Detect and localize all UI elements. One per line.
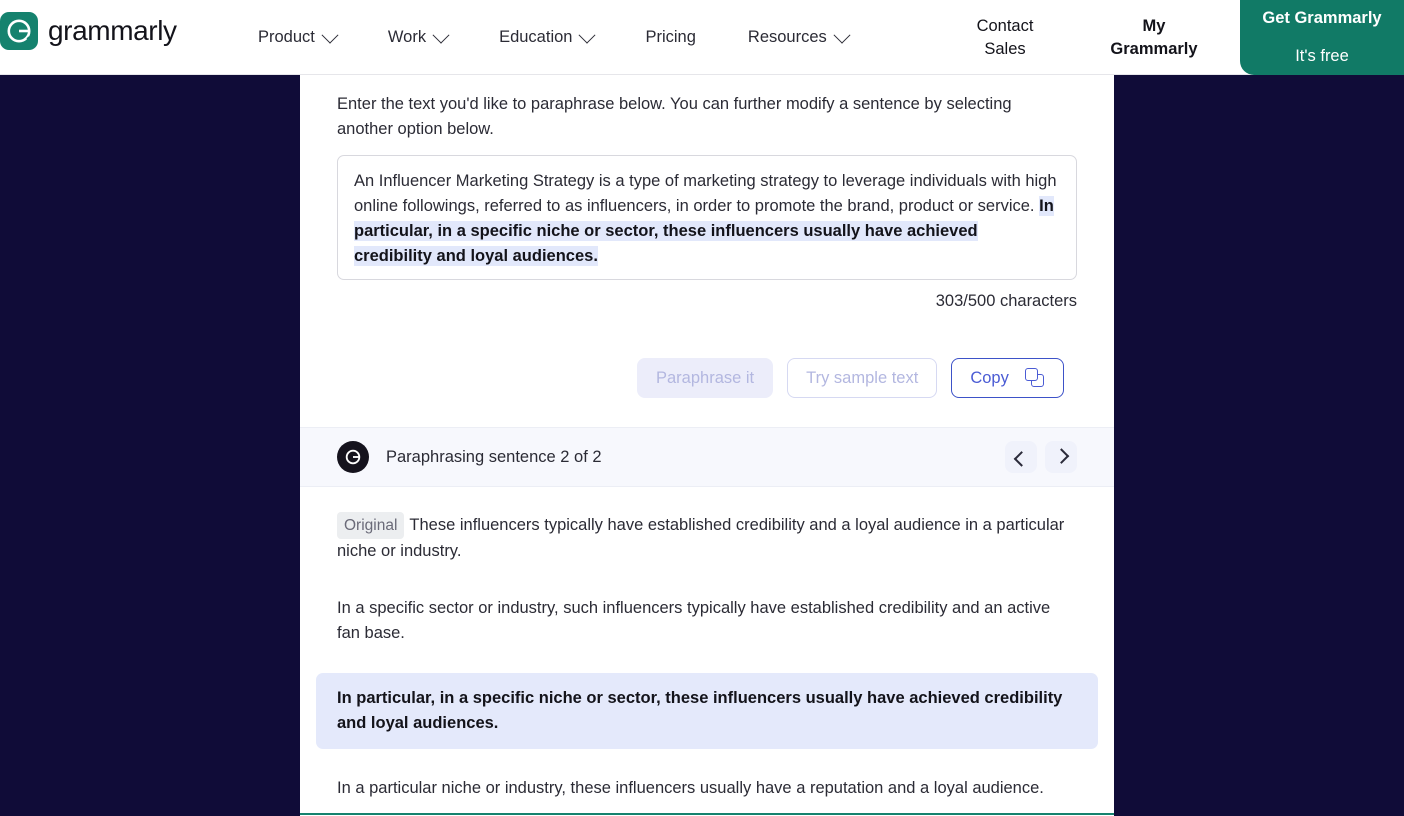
paraphrase-option-text: In particular, in a specific niche or se… xyxy=(337,689,1063,732)
paraphrase-option[interactable]: In a particular niche or industry, these… xyxy=(337,771,1077,806)
nav-item-label: Product xyxy=(258,28,315,46)
paraphrase-option[interactable]: In a specific sector or industry, such i… xyxy=(337,591,1077,651)
paraphrase-section-header: Paraphrasing sentence 2 of 2 xyxy=(300,427,1114,487)
chevron-down-icon xyxy=(321,26,339,44)
character-counter: 303/500 characters xyxy=(935,292,1077,310)
nav-item-label: Work xyxy=(387,28,427,46)
section-divider xyxy=(300,813,1114,815)
grammarly-logo[interactable]: grammarly xyxy=(0,12,177,50)
paraphrase-option-selected[interactable]: In particular, in a specific niche or se… xyxy=(316,673,1098,749)
instructions-text: Enter the text you'd like to paraphrase … xyxy=(337,95,1012,138)
paraphrase-section-title: Paraphrasing sentence 2 of 2 xyxy=(386,447,602,466)
chevron-down-icon xyxy=(833,26,851,44)
nav-item-resources[interactable]: Resources xyxy=(747,26,872,47)
nav-item-product[interactable]: Product xyxy=(258,26,360,47)
paraphrase-option-text: These influencers typically have establi… xyxy=(337,516,1065,560)
site-header: grammarly Product Work Education Pricing… xyxy=(0,0,1404,75)
logo-wordmark: grammarly xyxy=(48,15,177,46)
sentence-pagination xyxy=(1005,441,1077,473)
paraphrase-options-list: Original These influencers typically have… xyxy=(316,507,1098,816)
nav-item-label: Education xyxy=(499,28,573,46)
chevron-right-icon xyxy=(1053,447,1069,464)
editor-plain-text: An Influencer Marketing Strategy is a ty… xyxy=(354,172,1057,215)
contact-sales-link[interactable]: Contact Sales xyxy=(955,0,1055,75)
nav-item-label: Pricing xyxy=(645,28,696,46)
chevron-left-icon xyxy=(1013,450,1029,467)
chevron-down-icon xyxy=(578,26,596,44)
nav-item-pricing[interactable]: Pricing xyxy=(645,28,719,47)
paraphrase-input[interactable]: An Influencer Marketing Strategy is a ty… xyxy=(337,155,1077,280)
paraphrase-option-text: In a particular niche or industry, these… xyxy=(337,779,1044,797)
main-navigation: Product Work Education Pricing Resources xyxy=(258,0,872,75)
paraphrase-it-button[interactable]: Paraphrase it xyxy=(637,358,774,398)
next-sentence-button[interactable] xyxy=(1045,441,1077,473)
nav-item-education[interactable]: Education xyxy=(499,26,617,47)
copy-icon xyxy=(1024,368,1045,388)
previous-sentence-button[interactable] xyxy=(1005,441,1037,473)
original-badge: Original xyxy=(337,512,405,539)
my-grammarly-link[interactable]: My Grammarly xyxy=(1098,0,1210,75)
chevron-down-icon xyxy=(432,26,450,44)
paraphrase-option-text: In a specific sector or industry, such i… xyxy=(337,599,1051,642)
grammarly-circle-icon xyxy=(337,441,369,473)
cta-primary-label: Get Grammarly xyxy=(1262,9,1382,28)
try-sample-text-button[interactable]: Try sample text xyxy=(787,358,938,398)
paraphraser-panel: Enter the text you'd like to paraphrase … xyxy=(300,75,1114,816)
get-grammarly-button[interactable]: Get Grammarly It's free xyxy=(1240,0,1404,75)
grammarly-g-logo-icon xyxy=(0,12,38,50)
action-button-row: Paraphrase it Try sample text Copy xyxy=(637,358,1064,398)
cta-secondary-label: It's free xyxy=(1295,46,1349,65)
editor-content: An Influencer Marketing Strategy is a ty… xyxy=(354,169,1060,269)
nav-item-label: Resources xyxy=(747,28,827,46)
nav-item-work[interactable]: Work xyxy=(387,26,471,47)
copy-button[interactable]: Copy xyxy=(951,358,1064,398)
paraphrase-option-original[interactable]: Original These influencers typically have… xyxy=(337,507,1077,569)
copy-button-label: Copy xyxy=(970,368,1009,387)
